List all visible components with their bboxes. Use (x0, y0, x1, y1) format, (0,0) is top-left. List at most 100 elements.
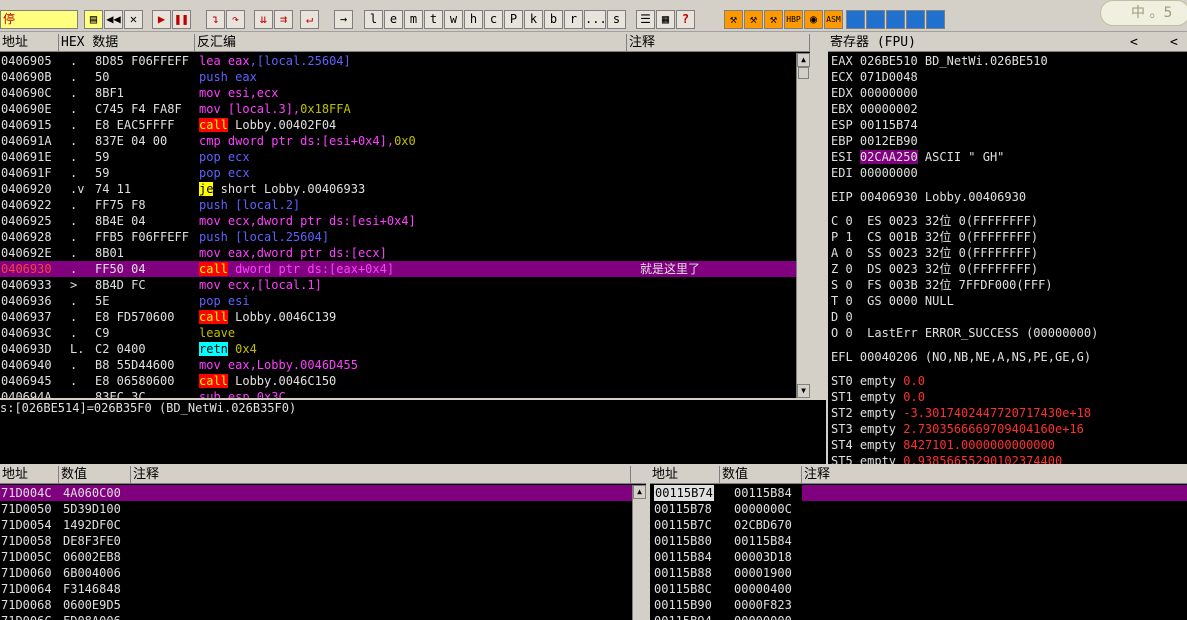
register-row[interactable]: EDX 00000000 (831, 85, 1187, 101)
close-icon[interactable]: ✕ (124, 10, 143, 29)
register-row[interactable]: EBX 00000002 (831, 101, 1187, 117)
dump-row[interactable]: 71D0060 6B004006 (0, 565, 632, 581)
dump-scrollbar[interactable]: ▲ (632, 485, 646, 620)
flag-text[interactable]: D 0 (831, 310, 853, 324)
register-value[interactable]: 00000000 (860, 166, 918, 180)
flag-text[interactable]: C 0 ES 0023 32位 0(FFFFFFFF) (831, 214, 1038, 228)
fpu-row[interactable]: ST1 empty 0.0 (831, 389, 1187, 405)
col-disasm[interactable]: 反汇编 (195, 34, 627, 51)
open-icon[interactable]: ▤ (84, 10, 103, 29)
execute-till-return-icon[interactable]: ↵ (300, 10, 319, 29)
blue-icon-3[interactable] (886, 10, 905, 29)
register-value[interactable]: 00000002 (860, 102, 918, 116)
flag-row[interactable]: D 0 (831, 309, 1187, 325)
scroll-down-icon[interactable]: ▼ (797, 384, 810, 398)
window-button-2[interactable]: m (404, 10, 423, 29)
flag-row[interactable]: T 0 GS 0000 NULL (831, 293, 1187, 309)
dump-col-address[interactable]: 地址 (0, 466, 59, 483)
blue-icon-5[interactable] (926, 10, 945, 29)
plugin-icon-1[interactable]: ⚒ (724, 10, 743, 29)
disasm-row[interactable]: 040693D L. C2 0400 retn 0x4 (0, 341, 796, 357)
col-hex[interactable]: HEX 数据 (59, 34, 195, 51)
flag-text[interactable]: A 0 SS 0023 32位 0(FFFFFFFF) (831, 246, 1038, 260)
flag-row[interactable]: A 0 SS 0023 32位 0(FFFFFFFF) (831, 245, 1187, 261)
stack-pane[interactable]: 地址 数值 注释 00115B74 00115B84 00115B78 0000000… (650, 466, 1187, 620)
col-comment[interactable]: 注释 (627, 34, 810, 51)
register-value[interactable]: 00115B74 (860, 118, 918, 132)
efl-text[interactable]: EFL 00040206 (NO,NB,NE,A,NS,PE,GE,G) (831, 350, 1091, 364)
disasm-row[interactable]: 0406945. E8 06580600 call Lobby.0046C150 (0, 373, 796, 389)
window-button-5[interactable]: h (464, 10, 483, 29)
blue-icon-1[interactable] (846, 10, 865, 29)
disassembly-pane[interactable]: 地址 HEX 数据 反汇编 注释 0406905. 8D85 F06FFEFF le… (0, 34, 810, 398)
dump-col-value[interactable]: 数值 (59, 466, 131, 483)
disasm-row[interactable]: 0406922. FF75 F8 push [local.2] (0, 197, 796, 213)
fpu-row[interactable]: ST2 empty -3.3017402447720717430e+18 (831, 405, 1187, 421)
window-button-11[interactable]: ... (584, 10, 607, 29)
efl-row[interactable]: EFL 00040206 (NO,NB,NE,A,NS,PE,GE,G) (831, 349, 1187, 365)
window-button-7[interactable]: P (504, 10, 523, 29)
help-icon[interactable]: ? (676, 10, 695, 29)
goto-icon[interactable]: → (334, 10, 353, 29)
disasm-row[interactable]: 0406920 .v 74 11 je short Lobby.00406933 (0, 181, 796, 197)
register-value[interactable]: 0012EB90 (860, 134, 918, 148)
stack-row[interactable]: 00115B90 0000F823 (650, 597, 1187, 613)
disasm-row[interactable]: 040690B. 50 push eax (0, 69, 796, 85)
stack-rows[interactable]: 00115B74 00115B84 00115B78 0000000C 00115B7C… (650, 485, 1187, 620)
stack-row[interactable]: 00115B94 00000000 (650, 613, 1187, 620)
window-button-1[interactable]: e (384, 10, 403, 29)
col-address[interactable]: 地址 (0, 34, 59, 51)
registers-pane[interactable]: 寄存器 (FPU) < < EAX 026BE510 BD_NetWi.026B… (828, 34, 1187, 464)
fpu-row[interactable]: ST3 empty 2.7303566669709404160e+16 (831, 421, 1187, 437)
window-button-8[interactable]: k (524, 10, 543, 29)
flag-text[interactable]: S 0 FS 003B 32位 7FFDF000(FFF) (831, 278, 1053, 292)
plugin-icon-3[interactable]: ⚒ (764, 10, 783, 29)
disasm-row[interactable]: 040690C. 8BF1 mov esi,ecx (0, 85, 796, 101)
dump-row[interactable]: 71D0064 F3146848 (0, 581, 632, 597)
stack-row[interactable]: 00115B84 00003D18 (650, 549, 1187, 565)
flag-row[interactable]: Z 0 DS 0023 32位 0(FFFFFFFF) (831, 261, 1187, 277)
list-icon[interactable]: ☰ (636, 10, 655, 29)
register-row[interactable]: EDI 00000000 (831, 165, 1187, 181)
grid-icon[interactable]: ▦ (656, 10, 675, 29)
flag-row[interactable]: O 0 LastErr ERROR_SUCCESS (00000000) (831, 325, 1187, 341)
flag-row[interactable]: C 0 ES 0023 32位 0(FFFFFFFF) (831, 213, 1187, 229)
registers-next-icon[interactable]: < (1168, 34, 1187, 51)
register-row[interactable]: ECX 071D0048 (831, 69, 1187, 85)
dump-scroll-up-icon[interactable]: ▲ (633, 485, 646, 499)
flag-text[interactable]: O 0 LastErr ERROR_SUCCESS (00000000) (831, 326, 1098, 340)
flag-text[interactable]: Z 0 DS 0023 32位 0(FFFFFFFF) (831, 262, 1038, 276)
disasm-row[interactable]: 0406937. E8 FD570600 call Lobby.0046C139 (0, 309, 796, 325)
window-button-10[interactable]: r (564, 10, 583, 29)
window-button-12[interactable]: s (607, 10, 626, 29)
dump-row[interactable]: 71D0050 5D39D100 (0, 501, 632, 517)
dump-row[interactable]: 71D005C 06002EB8 (0, 549, 632, 565)
disasm-row[interactable]: 040691E. 59 pop ecx (0, 149, 796, 165)
disasm-row[interactable]: 040691F. 59 pop ecx (0, 165, 796, 181)
register-row[interactable]: EIP 00406930 Lobby.00406930 (831, 189, 1187, 205)
stack-row[interactable]: 00115B80 00115B84 (650, 533, 1187, 549)
disasm-rows[interactable]: 0406905. 8D85 F06FFEFF lea eax,[local.2560… (0, 53, 796, 398)
fpu-row[interactable]: ST4 empty 8427101.0000000000000 (831, 437, 1187, 453)
step-over-icon[interactable]: ↷ (226, 10, 245, 29)
disasm-row[interactable]: 040691A. 837E 04 00 cmp dword ptr ds:[esi+… (0, 133, 796, 149)
flag-text[interactable]: T 0 GS 0000 NULL (831, 294, 954, 308)
register-value[interactable]: 02CAA250 (859, 150, 918, 164)
flag-text[interactable]: P 1 CS 001B 32位 0(FFFFFFFF) (831, 230, 1038, 244)
stack-row[interactable]: 00115B88 00001900 (650, 565, 1187, 581)
window-button-3[interactable]: t (424, 10, 443, 29)
register-value[interactable]: 00000000 (860, 86, 918, 100)
disasm-row[interactable]: 040690E. C745 F4 FA8F mov [local.3],0x18FF… (0, 101, 796, 117)
fpu-value[interactable]: 0.93856655290102374400 (903, 454, 1062, 464)
window-button-4[interactable]: w (444, 10, 463, 29)
step-into-icon[interactable]: ↴ (206, 10, 225, 29)
dump-row[interactable]: 71D004C 4A060C00 (0, 485, 632, 501)
trace-into-icon[interactable]: ⇊ (254, 10, 273, 29)
fpu-value[interactable]: 2.7303566669709404160e+16 (903, 422, 1084, 436)
dump-col-comment[interactable]: 注释 (131, 466, 631, 483)
dump-row[interactable]: 71D006C FD08A006 (0, 613, 632, 620)
disasm-row[interactable]: 0406905. 8D85 F06FFEFF lea eax,[local.2560… (0, 53, 796, 69)
scroll-thumb[interactable] (798, 67, 809, 79)
fpu-value[interactable]: -3.3017402447720717430e+18 (903, 406, 1091, 420)
register-row[interactable]: ESP 00115B74 (831, 117, 1187, 133)
